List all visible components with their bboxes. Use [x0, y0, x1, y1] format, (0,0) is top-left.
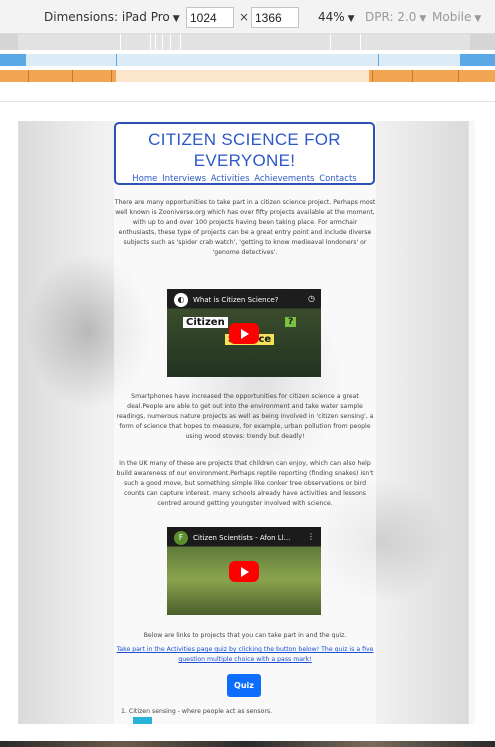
video-title: Citizen Scientists - Afon Ll... — [193, 534, 291, 542]
mq-divider — [120, 34, 121, 50]
chevron-down-icon: ▼ — [419, 14, 427, 24]
media-query-bar-range[interactable] — [0, 70, 495, 82]
more-vertical-icon[interactable]: ⋮ — [307, 532, 315, 541]
zoom-dropdown[interactable]: 44% ▼ — [318, 10, 355, 24]
uk-projects-paragraph: In the UK many of these are projects tha… — [116, 460, 374, 507]
mq-segment[interactable] — [369, 70, 495, 82]
device-mode-dropdown[interactable]: Mobile ▼ — [432, 10, 481, 24]
mq-divider — [372, 70, 373, 82]
device-dimensions-label: Dimensions: iPad Pro — [44, 10, 170, 24]
mq-divider — [155, 34, 156, 50]
site-header: CITIZEN SCIENCE FOR EVERYONE! Home Inter… — [114, 122, 375, 185]
channel-logo-icon: F — [174, 531, 188, 545]
play-icon[interactable] — [229, 561, 259, 582]
intro-paragraph: There are many opportunities to take par… — [114, 199, 376, 256]
nav-interviews[interactable]: Interviews — [162, 174, 206, 184]
media-query-bar-max[interactable] — [0, 54, 495, 66]
mq-divider — [170, 34, 171, 50]
scrollbar[interactable] — [469, 121, 475, 724]
width-input[interactable] — [186, 7, 234, 28]
device-dimensions-dropdown[interactable]: Dimensions: iPad Pro ▼ — [44, 10, 180, 24]
mq-divider — [111, 70, 112, 82]
video-what-is-citizen-science[interactable]: ◐ What is Citizen Science? ◷ Citizen Sci… — [167, 289, 321, 377]
video-citizen-scientists[interactable]: F Citizen Scientists - Afon Ll... ⋮ — [167, 527, 321, 615]
thumbnail-text-citizen: Citizen — [183, 317, 228, 328]
mq-segment[interactable] — [0, 34, 18, 50]
quiz-link[interactable]: Take part in the Activities page quiz by… — [114, 645, 376, 665]
quiz-button[interactable]: Quiz — [227, 674, 261, 697]
chevron-down-icon: ▼ — [474, 14, 482, 24]
list-item: 1. Citizen sensing - where people act as… — [121, 708, 273, 715]
mq-divider — [162, 34, 163, 50]
mq-divider — [458, 70, 459, 82]
chevron-down-icon: ▼ — [347, 14, 355, 24]
mq-segment[interactable] — [0, 70, 116, 82]
smartphones-paragraph: Smartphones have increased the opportuni… — [116, 393, 374, 440]
nav-achievements[interactable]: Achievements — [254, 174, 314, 184]
mq-divider — [360, 34, 361, 50]
times-separator: × — [239, 10, 250, 24]
ruler-divider — [0, 101, 495, 102]
nav-home[interactable]: Home — [132, 174, 157, 184]
device-mode-label: Mobile — [432, 10, 472, 24]
mq-divider — [378, 54, 379, 66]
clock-icon[interactable]: ◷ — [308, 294, 315, 303]
dpr-dropdown[interactable]: DPR: 2.0 ▼ — [365, 10, 426, 24]
height-input[interactable] — [251, 7, 299, 28]
nav-contacts[interactable]: Contacts — [319, 174, 357, 184]
mq-divider — [180, 34, 181, 50]
video-title: What is Citizen Science? — [193, 296, 279, 304]
mq-divider — [412, 70, 413, 82]
mq-divider — [150, 34, 151, 50]
list-highlight — [133, 717, 152, 724]
zoom-label: 44% — [318, 10, 345, 24]
mq-segment[interactable] — [0, 54, 26, 66]
emulated-viewport[interactable]: CITIZEN SCIENCE FOR EVERYONE! Home Inter… — [18, 121, 469, 724]
media-query-bar-min[interactable] — [0, 34, 495, 50]
links-intro: Below are links to projects that you can… — [143, 632, 347, 639]
mq-divider — [330, 34, 331, 50]
background-strip — [0, 741, 495, 747]
thumbnail-text-question: ? — [285, 317, 297, 327]
main-nav: Home Interviews Activities Achievements … — [116, 174, 373, 184]
mq-divider — [116, 54, 117, 66]
dpr-label: DPR: 2.0 — [365, 10, 417, 24]
chevron-down-icon: ▼ — [172, 14, 180, 24]
mq-segment[interactable] — [470, 34, 495, 50]
play-icon[interactable] — [229, 323, 259, 344]
device-toolbar: Dimensions: iPad Pro▼ × 44%▼ DPR: 2.0▼ M… — [0, 0, 495, 34]
site-title: CITIZEN SCIENCE FOR EVERYONE! — [148, 130, 341, 170]
nav-activities[interactable]: Activities — [211, 174, 250, 184]
mq-divider — [72, 70, 73, 82]
channel-logo-icon: ◐ — [174, 293, 188, 307]
mq-segment[interactable] — [460, 54, 495, 66]
mq-divider — [28, 70, 29, 82]
